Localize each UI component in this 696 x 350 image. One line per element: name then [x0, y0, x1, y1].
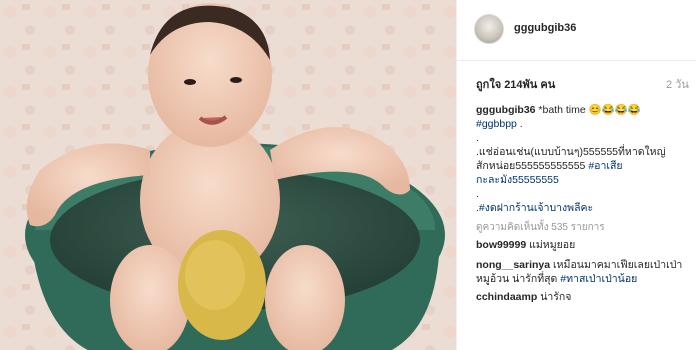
baby-bath-image	[0, 0, 456, 350]
caption-text: .แช่อ่อนเช่น(แบบบ้านๆ)555555ที่หาดใหญ่	[476, 146, 666, 158]
caption: gggubgib36 *bath time 😊😂😂😂 #ggbbpp . . .…	[476, 103, 696, 215]
post-sidebar: gggubgib36 ถูกใจ 214พัน คน 2 วัน gggubgi…	[456, 0, 696, 350]
comment-username[interactable]: bow99999	[476, 239, 526, 251]
hashtag-link[interactable]: .#งดฝากร้านเจ้าบางพลีคะ	[476, 201, 696, 215]
hashtag-link[interactable]: #ggbbpp	[476, 118, 517, 130]
comment-item: cchindaamp น่ารักจ	[476, 290, 696, 302]
hashtag-link[interactable]: #ทาสเป่าเป่าน้อย	[560, 273, 637, 285]
header-username[interactable]: gggubgib36	[514, 22, 576, 34]
caption-text: สักหน่อย555555555555	[476, 160, 589, 172]
comment-username[interactable]: nong__sarinya	[476, 259, 550, 271]
post-header: gggubgib36	[457, 0, 696, 61]
view-all-comments-link[interactable]: ดูความคิดเห็นทั้ง 535 รายการ	[476, 220, 605, 235]
comment-username[interactable]: cchindaamp	[476, 291, 537, 302]
hashtag-link[interactable]: #อาเสีย	[588, 160, 622, 172]
caption-text: *bath time 😊😂😂😂	[538, 104, 641, 116]
avatar[interactable]	[474, 14, 504, 44]
caption-dot: .	[476, 132, 479, 144]
caption-username[interactable]: gggubgib36	[476, 104, 536, 116]
post-time[interactable]: 2 วัน	[666, 75, 696, 93]
hashtag-link[interactable]: กะละมัง55555555	[476, 173, 696, 187]
comment-text: แม่หมูยอย	[526, 239, 576, 251]
comment-item: bow99999 แม่หมูยอย	[476, 238, 696, 252]
comment-item: nong__sarinya เหมือนมาคมาเฟียเลยเป่าเป่า…	[476, 258, 696, 286]
comment-text: น่ารักจ	[537, 291, 572, 302]
caption-text: .	[516, 118, 523, 130]
likes-count[interactable]: ถูกใจ 214พัน คน	[476, 75, 555, 93]
post-photo[interactable]	[0, 0, 456, 350]
caption-dot: .	[476, 188, 479, 200]
